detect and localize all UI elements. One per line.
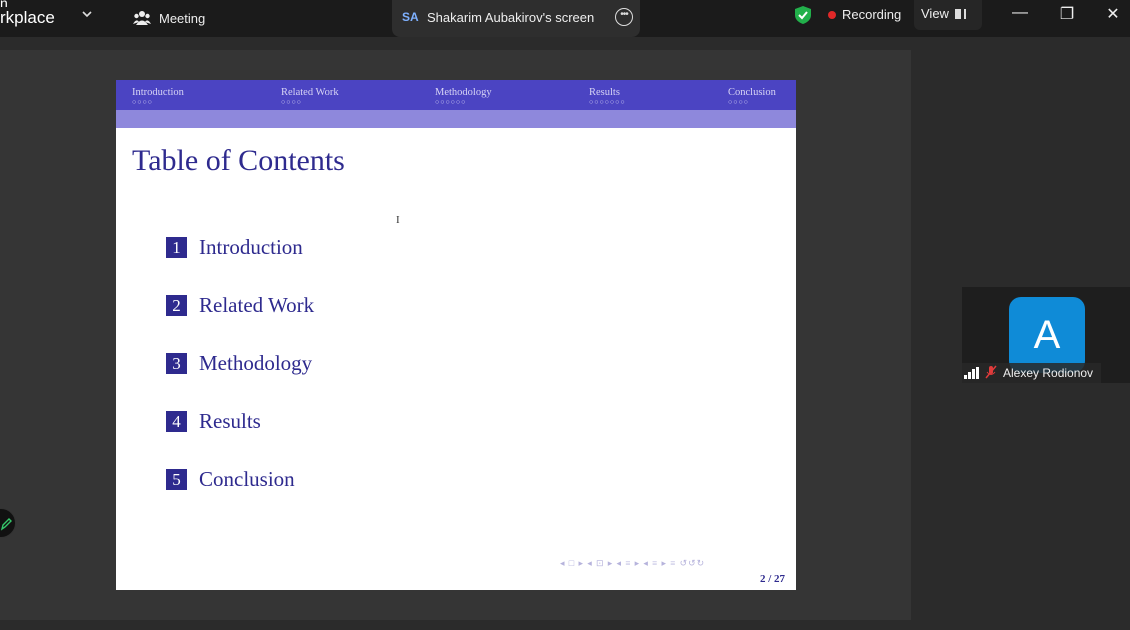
toc-item[interactable]: 4 Results — [166, 409, 261, 434]
screen-share-label: Shakarim Aubakirov's screen — [427, 10, 595, 25]
toc-number: 4 — [166, 411, 187, 432]
slide-subheader-bar — [116, 110, 796, 128]
nav-section-related-work[interactable]: Related Work ○○○○ — [281, 87, 339, 107]
restore-button[interactable]: ❐ — [1055, 4, 1079, 24]
slide-section-nav: Introduction ○○○○ Related Work ○○○○ Meth… — [116, 80, 796, 110]
nav-section-conclusion[interactable]: Conclusion ○○○○ — [728, 87, 776, 107]
signal-strength-icon — [964, 367, 979, 379]
top-bar: n rkplace Meeting SA Shakarim Aubakirov'… — [0, 0, 1130, 37]
beamer-navigation-controls[interactable]: ◂ □ ▸ ◂ ⊡ ▸ ◂ ≡ ▸ ◂ ≡ ▸ ≡ ↺↺↻ — [560, 558, 705, 569]
toc-number: 1 — [166, 237, 187, 258]
app-title-top: n — [0, 0, 55, 7]
slide-page-number: 2 / 27 — [760, 573, 786, 585]
recording-label: Recording — [842, 7, 902, 22]
minimize-button[interactable]: — — [1008, 4, 1032, 22]
meeting-label: Meeting — [159, 10, 206, 26]
toc-item[interactable]: 2 Related Work — [166, 293, 314, 318]
toc-label: Results — [199, 409, 261, 433]
presentation-slide: Introduction ○○○○ Related Work ○○○○ Meth… — [116, 80, 796, 590]
nav-section-results[interactable]: Results ○○○○○○○ — [589, 87, 626, 107]
chevron-down-icon[interactable] — [82, 8, 92, 22]
nav-section-methodology[interactable]: Methodology ○○○○○○ — [435, 87, 492, 107]
close-button[interactable]: ✕ — [1101, 4, 1125, 24]
toc-item[interactable]: 5 Conclusion — [166, 467, 295, 492]
participant-footer: Alexey Rodionov — [962, 363, 1101, 383]
recording-dot-icon — [828, 10, 836, 19]
presenter-initials: SA — [402, 10, 419, 24]
pen-icon — [0, 518, 12, 531]
toc-label: Conclusion — [199, 467, 295, 491]
toc-item[interactable]: 1 Introduction — [166, 235, 303, 260]
app-title: n rkplace — [0, 0, 55, 29]
toc-label: Methodology — [199, 351, 313, 375]
screen-share-tab[interactable]: SA Shakarim Aubakirov's screen ••• — [392, 0, 640, 37]
participant-name: Alexey Rodionov — [1003, 366, 1094, 380]
more-options-icon[interactable]: ••• — [615, 8, 633, 26]
recording-indicator[interactable]: Recording — [828, 7, 901, 22]
view-layout-icon — [954, 9, 964, 19]
toc-number: 5 — [166, 469, 187, 490]
shield-icon[interactable] — [794, 5, 812, 25]
people-icon — [133, 11, 151, 25]
slide-title: Table of Contents — [132, 144, 345, 177]
view-button[interactable]: View — [914, 0, 982, 30]
toc-item[interactable]: 3 Methodology — [166, 351, 312, 376]
toc-number: 2 — [166, 295, 187, 316]
mic-muted-icon — [985, 365, 997, 382]
app-title-bottom: rkplace — [0, 8, 55, 27]
toc-label: Introduction — [199, 235, 303, 259]
toc-label: Related Work — [199, 293, 315, 317]
nav-section-introduction[interactable]: Introduction ○○○○ — [132, 87, 184, 107]
text-cursor-icon: I — [396, 214, 400, 226]
view-label: View — [921, 6, 949, 21]
participant-tile[interactable]: A Alexey Rodionov — [962, 287, 1130, 383]
avatar: A — [1009, 297, 1085, 373]
toc-number: 3 — [166, 353, 187, 374]
meeting-button[interactable]: Meeting — [133, 7, 205, 29]
